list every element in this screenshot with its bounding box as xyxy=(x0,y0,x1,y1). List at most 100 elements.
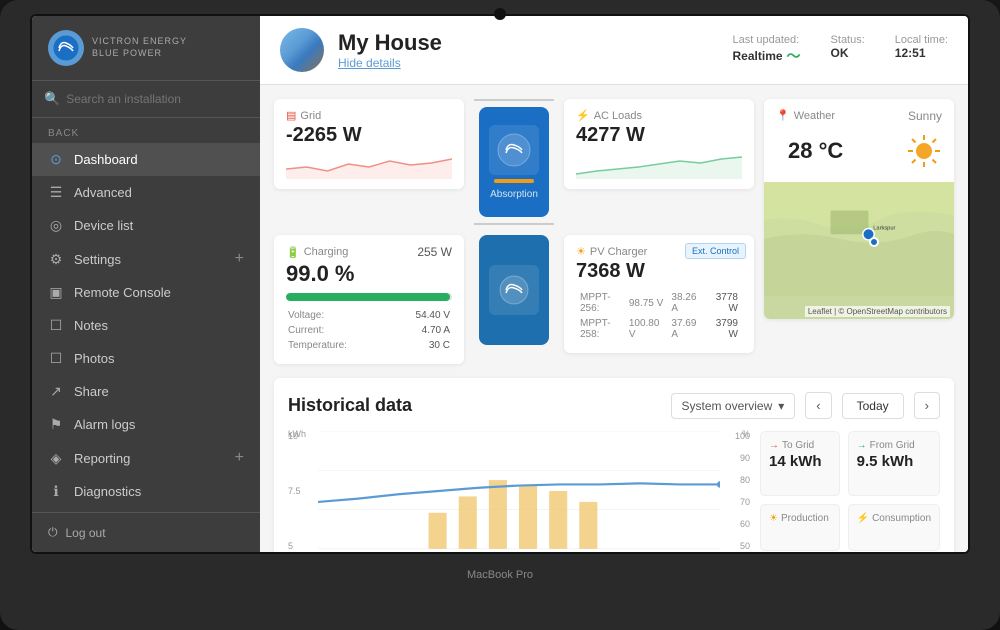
sidebar-item-label-device-list: Device list xyxy=(74,218,133,233)
last-updated-label: Last updated: xyxy=(733,34,801,46)
historical-body: kWh % 10 7.5 5 100 90 80 70 60 xyxy=(288,431,940,551)
logo-sub: BLUE POWER xyxy=(92,48,187,60)
search-box[interactable]: 🔍 xyxy=(32,81,260,118)
y-label-75: 7.5 xyxy=(288,486,318,496)
current-value: 4.70 A xyxy=(391,324,450,337)
production-label: ☀ Production xyxy=(769,513,831,524)
logo-text-block: victron energy BLUE POWER xyxy=(92,36,187,59)
inverter-card-row2 xyxy=(479,235,549,345)
dashboard-grid: ▤ Grid -2265 W xyxy=(260,85,968,378)
mppt256-w: 3778 W xyxy=(706,291,740,315)
y-label-10: 10 xyxy=(288,431,318,441)
battery-percentage: 99.0 % xyxy=(286,261,452,287)
pv-mppt-details: MPPT-256: 98.75 V 38.26 A 3778 W MPPT-25… xyxy=(576,289,742,343)
prev-nav-button[interactable]: ‹ xyxy=(805,392,831,419)
sidebar-item-label-diagnostics: Diagnostics xyxy=(74,484,141,499)
sidebar-item-label-remote: Remote Console xyxy=(74,285,171,300)
notes-icon: ☐ xyxy=(48,317,64,334)
mppt256-label: MPPT-256: xyxy=(578,291,625,315)
logout-label: Log out xyxy=(66,526,106,540)
status-value: OK xyxy=(831,46,865,60)
sidebar-item-alarm-logs[interactable]: ⚑ Alarm logs xyxy=(32,408,260,441)
local-time-label: Local time: xyxy=(895,34,948,46)
page-header: My House Hide details Last updated: Real… xyxy=(260,16,968,85)
system-overview-dropdown[interactable]: System overview ▾ xyxy=(671,393,796,419)
pv-charger-card: Ext. Control ☀ PV Charger 7368 W MPPT-25… xyxy=(564,235,754,353)
historical-section: Historical data System overview ▾ ‹ Toda… xyxy=(274,378,954,552)
today-button[interactable]: Today xyxy=(842,393,904,419)
weather-pin-icon: 📍 xyxy=(776,109,790,122)
pv-charger-value: 7368 W xyxy=(576,260,742,283)
sidebar-item-advanced[interactable]: ☰ Advanced xyxy=(32,176,260,209)
y-axis-labels: 10 7.5 5 xyxy=(288,431,318,551)
weather-card: 📍 Weather Sunny 28 °C xyxy=(764,99,954,319)
settings-add-icon[interactable]: + xyxy=(235,250,244,268)
weather-temperature: 28 °C xyxy=(776,138,855,170)
local-time-value: 12:51 xyxy=(895,46,948,60)
sidebar-item-label-settings: Settings xyxy=(74,252,121,267)
inverter-card: Absorption xyxy=(479,107,549,217)
search-input[interactable] xyxy=(66,92,248,106)
weather-map: Larkspur Leaflet | © OpenStreetMap contr… xyxy=(764,182,954,319)
share-icon: ↗ xyxy=(48,383,64,400)
sidebar-item-reporting[interactable]: ◈ Reporting + xyxy=(32,441,260,475)
consumption-icon: ⚡ xyxy=(857,513,869,524)
sidebar-item-dashboard[interactable]: ⊙ Dashboard xyxy=(32,143,260,176)
map-credit: Leaflet | © OpenStreetMap contributors xyxy=(805,306,950,317)
sidebar-item-label-alarms: Alarm logs xyxy=(74,417,135,432)
battery-progress-fill xyxy=(286,293,450,301)
reporting-icon: ◈ xyxy=(48,450,64,467)
ac-loads-title: ⚡ AC Loads xyxy=(576,109,742,122)
next-nav-button[interactable]: › xyxy=(914,392,940,419)
dashboard-icon: ⊙ xyxy=(48,151,64,168)
dropdown-label: System overview xyxy=(682,399,773,413)
inverter-connector: Absorption xyxy=(474,99,554,225)
y2-axis-labels: 100 90 80 70 60 50 xyxy=(720,431,750,551)
hide-details-link[interactable]: Hide details xyxy=(338,56,719,70)
reporting-add-icon[interactable]: + xyxy=(235,449,244,467)
weather-top: 📍 Weather Sunny xyxy=(764,99,954,133)
to-grid-value: 14 kWh xyxy=(769,453,831,470)
production-icon: ☀ xyxy=(769,513,778,524)
page-title: My House xyxy=(338,30,719,56)
sidebar-item-notes[interactable]: ☐ Notes xyxy=(32,309,260,342)
y2-label-70: 70 xyxy=(740,497,750,507)
sun-icon xyxy=(906,133,942,174)
y2-label-80: 80 xyxy=(740,475,750,485)
ac-loads-value: 4277 W xyxy=(576,124,742,147)
charging-card: 🔋 Charging 255 W 99.0 % Voltage: 54.40 V xyxy=(274,235,464,364)
sidebar-logo: victron energy BLUE POWER xyxy=(32,16,260,81)
logout-button[interactable]: ⏻ Log out xyxy=(32,512,260,552)
grid-card: ▤ Grid -2265 W xyxy=(274,99,464,189)
sidebar-item-remote-console[interactable]: ▣ Remote Console xyxy=(32,276,260,309)
victron-logo-icon xyxy=(48,30,84,66)
y2-label-60: 60 xyxy=(740,519,750,529)
ac-icon: ⚡ xyxy=(576,109,590,122)
historical-title: Historical data xyxy=(288,395,661,416)
sidebar-item-device-list[interactable]: ◎ Device list xyxy=(32,209,260,242)
inverter-label: Absorption xyxy=(490,189,538,200)
last-updated-value: Realtime 〜 xyxy=(733,46,801,66)
sidebar-item-settings[interactable]: ⚙ Settings + xyxy=(32,242,260,276)
back-label: BACK xyxy=(32,118,260,143)
sidebar-item-share[interactable]: ↗ Share xyxy=(32,375,260,408)
to-grid-label: → To Grid xyxy=(769,440,831,451)
sidebar-item-label-notes: Notes xyxy=(74,318,108,333)
from-grid-value: 9.5 kWh xyxy=(857,453,931,470)
sidebar-item-photos[interactable]: ☐ Photos xyxy=(32,342,260,375)
from-grid-stat: → From Grid 9.5 kWh xyxy=(848,431,940,496)
to-grid-stat: → To Grid 14 kWh xyxy=(760,431,840,496)
sidebar-item-diagnostics[interactable]: ℹ Diagnostics xyxy=(32,475,260,508)
mppt258-a: 37.69 A xyxy=(669,317,704,341)
sidebar: victron energy BLUE POWER 🔍 BACK ⊙ Dashb… xyxy=(32,16,260,552)
laptop-model-label: MacBook Pro xyxy=(30,560,970,590)
alarm-icon: ⚑ xyxy=(48,416,64,433)
diagnostics-icon: ℹ xyxy=(48,483,64,500)
charging-title: 🔋 Charging 255 W xyxy=(286,245,452,259)
voltage-value: 54.40 V xyxy=(391,309,450,322)
historical-chart: kWh % 10 7.5 5 100 90 80 70 60 xyxy=(288,431,750,551)
sidebar-item-label-advanced: Advanced xyxy=(74,185,132,200)
ext-control-badge: Ext. Control xyxy=(685,243,746,259)
grid-card-title: ▤ Grid xyxy=(286,109,452,122)
grid-card-value: -2265 W xyxy=(286,124,452,147)
